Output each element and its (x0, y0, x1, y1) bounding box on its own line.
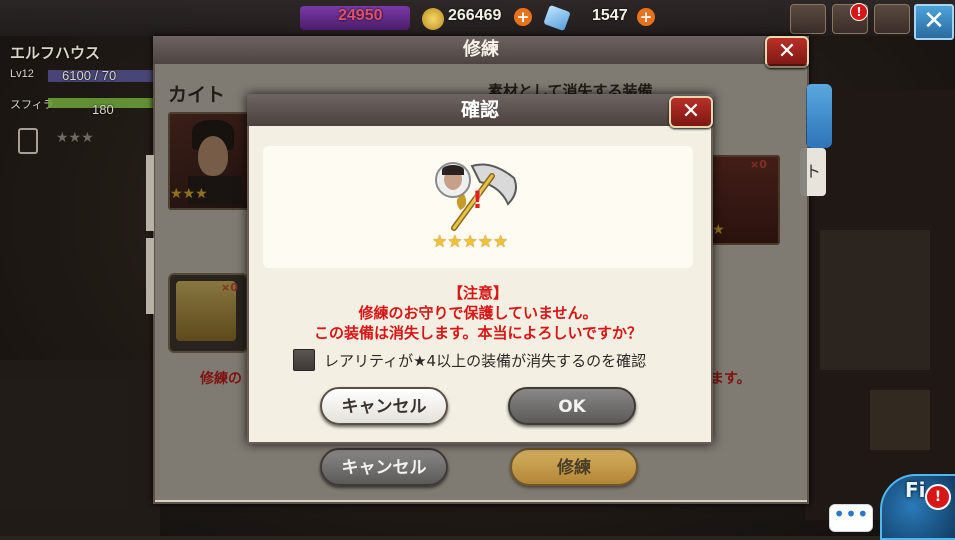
menu-icon[interactable] (874, 4, 910, 34)
training-cancel-button[interactable]: キャンセル (320, 448, 448, 486)
owner-avatar (435, 162, 471, 198)
rarity-confirm-checkbox[interactable] (293, 349, 315, 371)
exp-value: 6100 / 70 (62, 68, 117, 83)
level-label: Lv12 (10, 68, 34, 80)
confirm-cancel-button[interactable]: キャンセル (320, 387, 448, 425)
gold-value: 266469 (448, 7, 502, 24)
gold-coin-icon (422, 8, 444, 30)
stamina-number: 180 (92, 102, 114, 117)
stamina-value: 24950 (338, 7, 383, 24)
add-gem-plus-icon[interactable]: + (637, 8, 655, 26)
confirm-ok-button[interactable]: OK (508, 387, 636, 425)
side-blue-tab[interactable] (806, 84, 832, 148)
house-icon (18, 128, 38, 154)
item-alert-icon: ! (472, 186, 483, 214)
confirm-title: 確認 (460, 99, 499, 121)
notice-alert-icon: ! (850, 3, 868, 21)
close-screen-button[interactable]: ✕ (914, 4, 954, 40)
train-button[interactable]: 修練 (510, 448, 638, 486)
notice-line-2: この装備は消失します。本当によろしいですか？ (313, 324, 643, 342)
chat-icon[interactable]: ••• (829, 504, 873, 532)
gem-value: 1547 (592, 7, 628, 24)
notice-title: 【注意】 (447, 284, 508, 302)
notice-line-1: 修練のお守りで保護していません。 (358, 304, 598, 322)
mail-icon[interactable] (790, 4, 826, 34)
house-name: エルフハウス (10, 45, 101, 62)
confirm-close-button[interactable]: ✕ (669, 96, 713, 128)
left-frame-edge-2 (146, 238, 154, 314)
field-label: Fi (905, 478, 926, 502)
alert-icon: ! (925, 484, 951, 510)
house-rarity: ★★★ (56, 130, 94, 146)
add-gold-plus-icon[interactable]: + (514, 8, 532, 26)
item-stars: ★★★★★ (432, 232, 509, 252)
rarity-confirm-label[interactable]: レアリティが★4以上の装備が消失するのを確認 (324, 350, 646, 371)
left-frame-edge (146, 155, 154, 231)
training-title: 修練 (463, 39, 499, 60)
